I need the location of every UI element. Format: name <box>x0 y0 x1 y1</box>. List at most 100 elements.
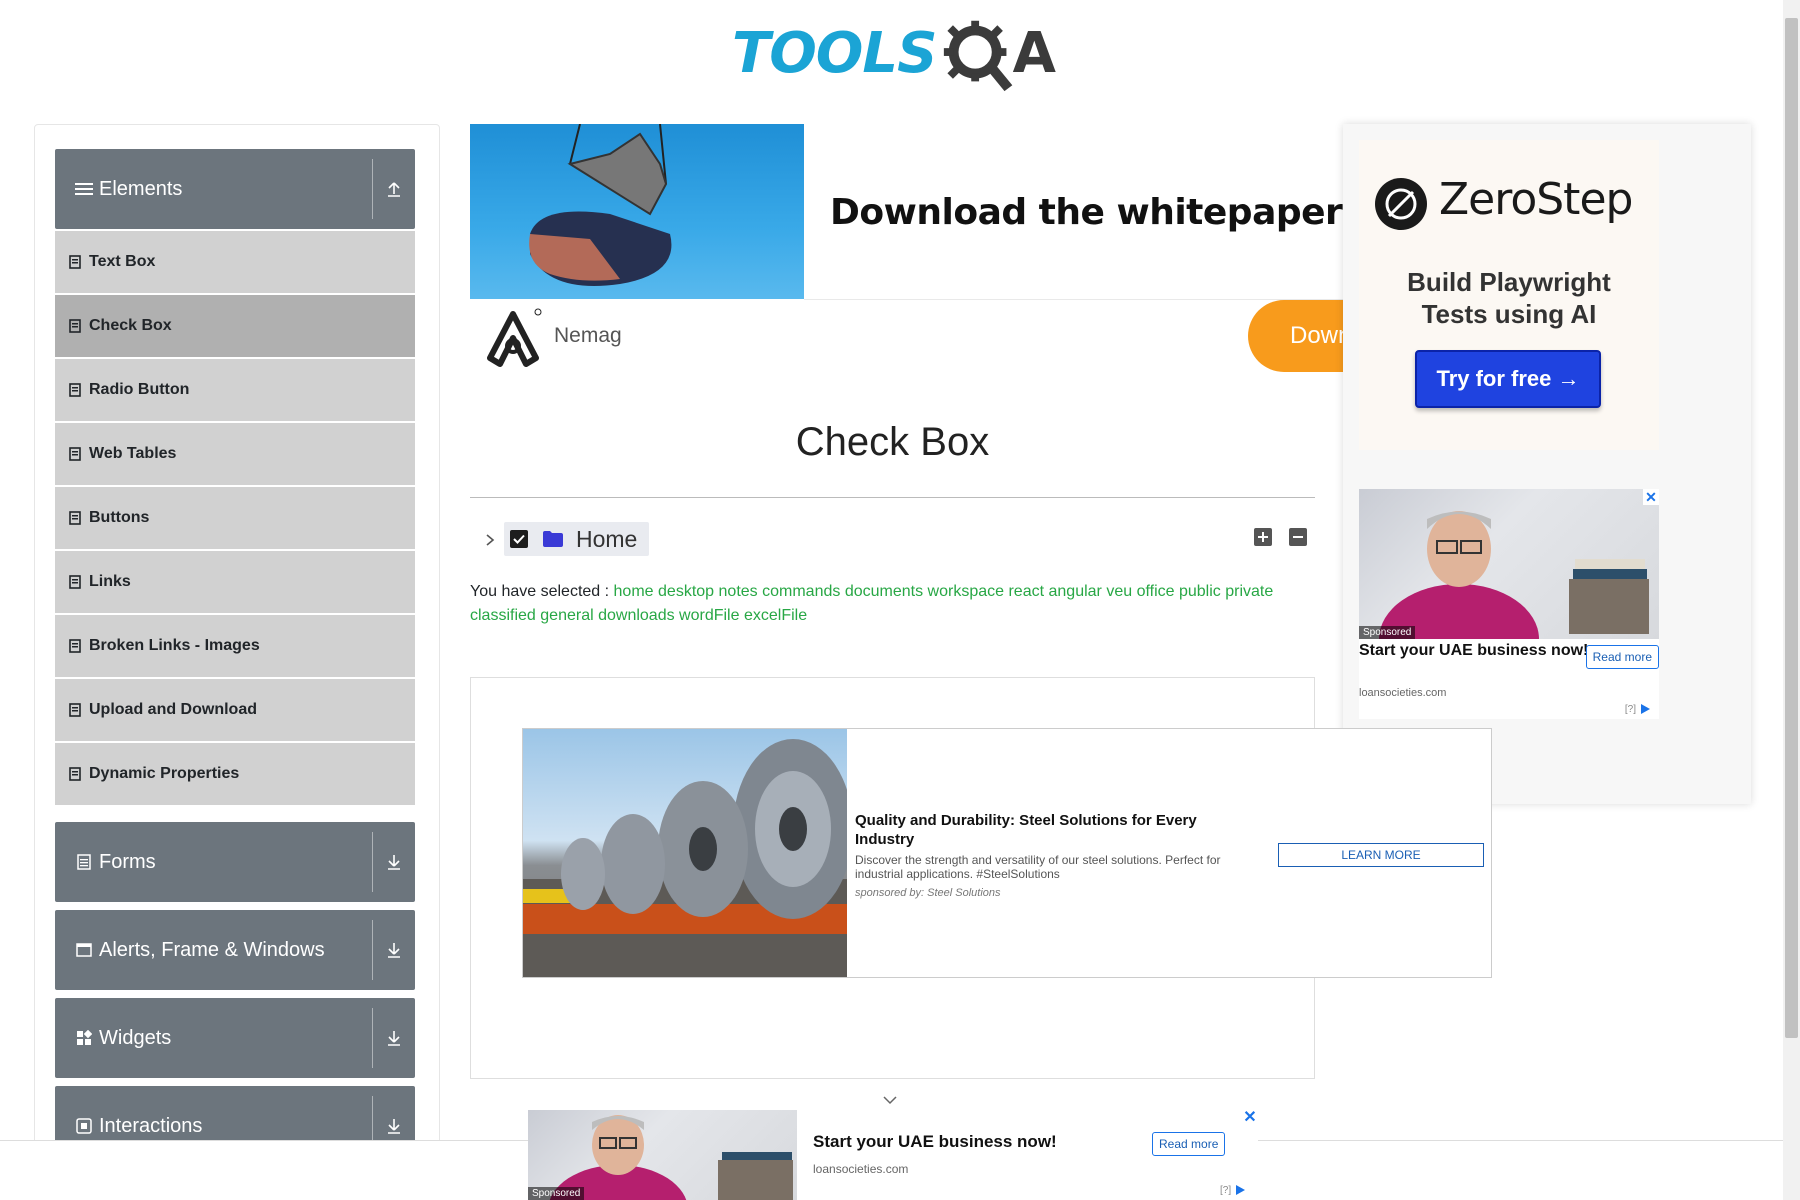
tagline-line-2: Tests using AI <box>1421 299 1597 329</box>
group-header-widgets[interactable]: Widgets <box>55 998 415 1078</box>
ad-info[interactable]: [?] <box>1220 1184 1246 1196</box>
selected-item: office <box>1136 583 1175 600</box>
logo-tools-text: TOOLS <box>732 21 937 86</box>
expand-down-icon[interactable] <box>379 930 409 970</box>
expand-down-icon[interactable] <box>379 1018 409 1058</box>
selected-item: angular <box>1048 583 1102 600</box>
doc-icon <box>69 510 83 526</box>
selected-item: public <box>1178 583 1221 600</box>
divider <box>804 299 1345 300</box>
sponsored-tag: Sponsored <box>528 1187 585 1200</box>
ad-person-image: Sponsored <box>528 1110 797 1200</box>
steel-coils-image <box>523 729 847 977</box>
ad-info-text: [?] <box>1624 703 1636 715</box>
menu-item-check-box[interactable]: Check Box <box>55 295 415 357</box>
doc-icon <box>69 702 83 718</box>
tree-node-home[interactable]: Home <box>504 522 650 556</box>
chevron-right-icon[interactable] <box>478 528 502 552</box>
check-icon <box>513 534 525 544</box>
zerostep-ad[interactable]: ZeroStep Build Playwright Tests using AI… <box>1359 140 1659 450</box>
widgets-icon <box>73 1030 95 1046</box>
folder-icon <box>543 531 563 547</box>
page-title: Check Box <box>795 420 990 464</box>
menu-item-upload-and-download[interactable]: Upload and Download <box>55 679 415 741</box>
bottom-anchor-ad[interactable]: Sponsored Start your UAE business now! l… <box>528 1108 1258 1200</box>
group-header-forms[interactable]: Forms <box>55 822 415 902</box>
ad-info-text: [?] <box>1220 1184 1232 1196</box>
doc-icon <box>69 446 83 462</box>
menu-item-radio-button[interactable]: Radio Button <box>55 359 415 421</box>
toolsqa-logo[interactable]: TOOLS A <box>732 14 1056 94</box>
left-sidebar: Elements Text Box Check Box Radio Button <box>34 124 440 1200</box>
menu-item-text-box[interactable]: Text Box <box>55 231 415 293</box>
read-more-button[interactable]: Read more <box>1585 645 1659 669</box>
adchoices-icon <box>1236 1185 1246 1195</box>
collapse-all-button[interactable] <box>1289 528 1307 546</box>
steel-ad-title: Quality and Durability: Steel Solutions … <box>855 812 1197 848</box>
steel-ad-description: Discover the strength and versatility of… <box>855 853 1221 881</box>
scrollbar-thumb[interactable] <box>1785 18 1798 1038</box>
ad-domain: loansocieties.com <box>1359 687 1447 699</box>
selected-item: general <box>540 607 594 624</box>
menu-item-label: Text Box <box>89 253 156 270</box>
bucket-illustration <box>529 124 672 286</box>
banner-ad-image <box>470 124 804 299</box>
expand-all-button[interactable] <box>1254 528 1272 546</box>
close-icon[interactable]: ✕ <box>1242 1110 1258 1126</box>
selected-item: classified <box>470 607 536 624</box>
ad-info[interactable]: [?] <box>1625 703 1651 715</box>
chevron-down-icon[interactable] <box>881 1093 899 1107</box>
group-elements: Elements Text Box Check Box Radio Button <box>55 149 415 807</box>
divider <box>372 159 373 219</box>
selected-item: excelFile <box>743 607 808 624</box>
doc-icon <box>69 382 83 398</box>
logo-a-text: A <box>1012 21 1056 86</box>
window-icon <box>73 943 95 957</box>
selected-item: downloads <box>598 607 675 624</box>
group-alerts-frame-windows: Alerts, Frame & Windows <box>55 910 415 990</box>
menu-item-web-tables[interactable]: Web Tables <box>55 423 415 485</box>
menu-item-dynamic-properties[interactable]: Dynamic Properties <box>55 743 415 805</box>
banner-ad-brand: Nemag <box>554 324 622 347</box>
tagline-line-1: Build Playwright <box>1407 267 1611 297</box>
group-header-alerts[interactable]: Alerts, Frame & Windows <box>55 910 415 990</box>
close-icon[interactable]: ✕ <box>1643 489 1659 505</box>
selected-item: private <box>1225 583 1274 600</box>
selected-item: desktop <box>658 583 715 600</box>
selected-item: react <box>1008 583 1045 600</box>
doc-icon <box>69 318 83 334</box>
try-for-free-button[interactable]: Try for free → <box>1415 350 1601 408</box>
collapse-up-icon[interactable] <box>379 169 409 209</box>
interactions-icon <box>73 1118 95 1134</box>
menu-item-buttons[interactable]: Buttons <box>55 487 415 549</box>
group-label: Interactions <box>99 1114 203 1137</box>
menu-item-broken-links-images[interactable]: Broken Links - Images <box>55 615 415 677</box>
banner-ad-download-button[interactable]: Down <box>1248 300 1345 372</box>
selected-result: You have selected : home desktop notes c… <box>470 580 1315 628</box>
sponsored-tag: Sponsored <box>1359 626 1416 639</box>
menu-item-label: Check Box <box>89 317 172 334</box>
uae-business-ad[interactable]: Sponsored ✕ Start your UAE business now!… <box>1359 489 1659 719</box>
selected-item: veu <box>1106 583 1133 600</box>
divider <box>372 832 373 892</box>
selected-item: workspace <box>927 583 1005 600</box>
checkbox-home[interactable] <box>510 530 528 548</box>
tree-node-label: Home <box>576 525 638 552</box>
steel-solutions-ad[interactable]: Quality and Durability: Steel Solutions … <box>522 728 1492 978</box>
ad-person-image: Sponsored <box>1359 489 1659 639</box>
zerostep-brand: ZeroStep <box>1439 174 1633 225</box>
group-header-elements[interactable]: Elements <box>55 149 415 229</box>
group-label: Elements <box>99 177 183 200</box>
banner-ad[interactable]: Download the whitepaper Nemag Down <box>470 124 1345 384</box>
read-more-button[interactable]: Read more <box>1152 1132 1226 1156</box>
menu-item-label: Dynamic Properties <box>89 765 240 782</box>
group-forms: Forms <box>55 822 415 902</box>
learn-more-button[interactable]: LEARN MORE <box>1278 843 1484 867</box>
selected-item: home <box>613 583 654 600</box>
expand-down-icon[interactable] <box>379 842 409 882</box>
selected-item: commands <box>762 583 841 600</box>
menu-item-links[interactable]: Links <box>55 551 415 613</box>
menu-item-label: Upload and Download <box>89 701 257 718</box>
vertical-scrollbar[interactable] <box>1783 0 1800 1200</box>
doc-icon <box>69 254 83 270</box>
